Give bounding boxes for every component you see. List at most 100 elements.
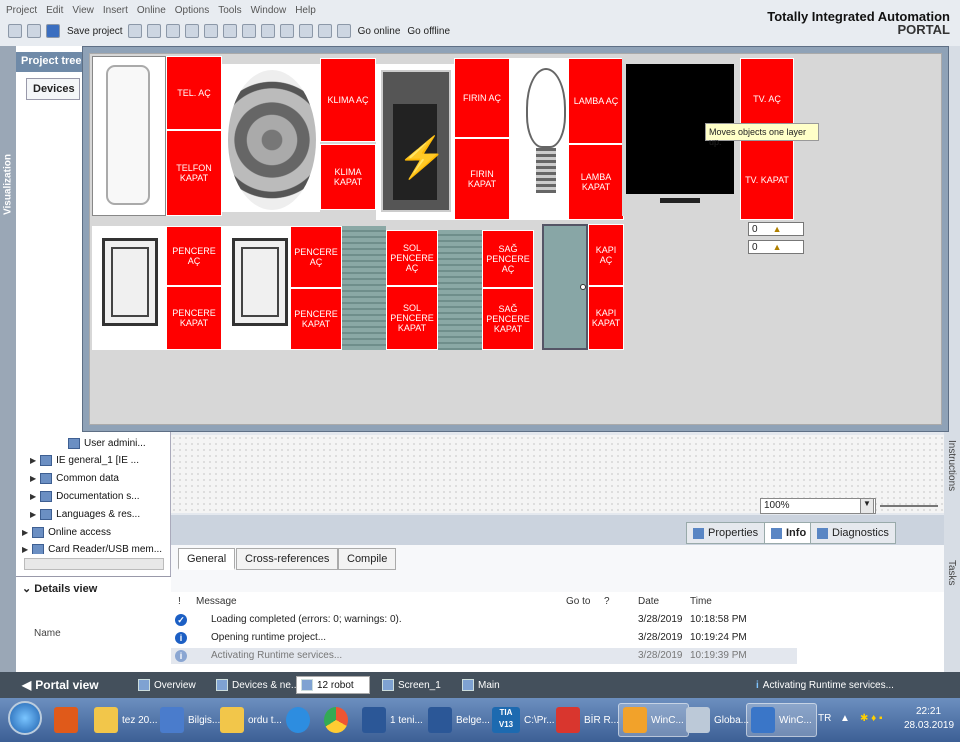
pencere2-off-button[interactable]: PENCERE KAPAT (290, 288, 342, 350)
expand-icon[interactable]: ▶ (22, 545, 28, 554)
devices-tab[interactable]: Devices (26, 78, 80, 100)
sag-pencere-off-button[interactable]: SAĞ PENCERE KAPAT (482, 288, 534, 350)
robot-screen-tab[interactable]: 12 robot (296, 676, 370, 694)
kapi-on-button[interactable]: KAPI AÇ (588, 224, 624, 286)
taskbar-app-chrome[interactable] (320, 703, 352, 737)
instructions-tab[interactable]: Instructions (946, 440, 957, 491)
sag-pencere-on-button[interactable]: SAĞ PENCERE AÇ (482, 230, 534, 288)
devices-networks-tab[interactable]: Devices & ne... (212, 676, 303, 694)
zoom-select[interactable]: 100% (760, 498, 876, 514)
expand-icon[interactable]: ▶ (30, 474, 36, 483)
klima-on-button[interactable]: KLIMA AÇ (320, 58, 376, 142)
print-icon[interactable] (127, 24, 142, 38)
tree-item-ie-general[interactable]: ▶ IE general_1 [IE ... (30, 455, 139, 466)
taskbar-app-wincc[interactable]: WinC... (746, 703, 817, 737)
tel-on-button[interactable]: TEL. AÇ (166, 56, 222, 130)
tree-item-online-access[interactable]: ▶ Online access (22, 527, 111, 538)
taskbar-app-global[interactable]: Globa... (682, 703, 753, 737)
menu-project[interactable]: Project (6, 5, 37, 16)
save-icon[interactable] (46, 24, 60, 38)
sol-pencere-off-button[interactable]: SOL PENCERE KAPAT (386, 286, 438, 350)
expand-icon[interactable]: ▶ (30, 510, 36, 519)
menu-help[interactable]: Help (295, 5, 316, 16)
table-row[interactable]: i Opening runtime project... 3/28/2019 1… (171, 630, 797, 646)
delete-icon[interactable] (203, 24, 218, 38)
pencere1-off-button[interactable]: PENCERE KAPAT (166, 286, 222, 350)
io-field-1[interactable]: 0 ▲ (748, 222, 804, 236)
main-tab[interactable]: Main (458, 676, 504, 694)
expand-icon[interactable]: ▶ (22, 528, 28, 537)
tray-status-icons[interactable]: ✱ ♦ ▪ (860, 713, 883, 724)
klima-off-button[interactable]: KLIMA KAPAT (320, 144, 376, 210)
cut-icon[interactable] (146, 24, 161, 38)
table-row[interactable]: i Activating Runtime services... 3/28/20… (171, 648, 797, 664)
start-button[interactable] (8, 701, 42, 735)
taskbar-app-ordu[interactable]: ordu t... (216, 703, 286, 737)
menu-insert[interactable]: Insert (103, 5, 128, 16)
taskbar-app-wincc-rt[interactable]: WinC... (618, 703, 689, 737)
clock-date[interactable]: 28.03.2019 (904, 720, 954, 731)
tel-off-button[interactable]: TELFON KAPAT (166, 130, 222, 216)
screen1-tab[interactable]: Screen_1 (378, 676, 445, 694)
open-project-icon[interactable] (27, 24, 41, 38)
lamba-off-button[interactable]: LAMBA KAPAT (568, 144, 624, 220)
pencere1-on-button[interactable]: PENCERE AÇ (166, 226, 222, 286)
overview-tab[interactable]: Overview (134, 676, 200, 694)
tray-expand-icon[interactable]: ▲ (840, 713, 850, 724)
taskbar-app-pdf[interactable]: BİR R... (552, 703, 623, 737)
cross-references-tab[interactable]: Cross-references (236, 548, 339, 570)
paste-icon[interactable] (184, 24, 199, 38)
tree-item-card-reader[interactable]: ▶ Card Reader/USB mem... (22, 544, 162, 554)
pencere2-on-button[interactable]: PENCERE AÇ (290, 226, 342, 288)
table-row[interactable]: ✓ Loading completed (errors: 0; warnings… (171, 612, 797, 628)
tv-off-button[interactable]: TV. KAPAT (740, 140, 794, 220)
tree-horizontal-scrollbar[interactable] (24, 558, 164, 570)
clock-time[interactable]: 22:21 (916, 706, 941, 717)
tree-item-user-admin[interactable]: User admini... (68, 438, 146, 449)
undo-icon[interactable] (222, 24, 237, 38)
tasks-tab[interactable]: Tasks (946, 560, 957, 586)
taskbar-app-tia[interactable]: TIA V13 C:\Pr... (488, 703, 559, 737)
lamba-on-button[interactable]: LAMBA AÇ (568, 58, 624, 144)
io-field-2[interactable]: 0 ▲ (748, 240, 804, 254)
menu-options[interactable]: Options (175, 5, 209, 16)
general-tab[interactable]: General (178, 548, 236, 570)
upload-icon[interactable] (298, 24, 313, 38)
taskbar-app-word2[interactable]: Belge... (424, 703, 494, 737)
taskbar-app-ie[interactable] (282, 703, 314, 737)
menu-online[interactable]: Online (137, 5, 166, 16)
taskbar-app-word1[interactable]: 1 teni... (358, 703, 427, 737)
visualization-tab[interactable]: Visualization (0, 130, 16, 240)
zoom-dropdown-icon[interactable]: ▼ (860, 498, 874, 514)
info-tab[interactable]: Info (764, 522, 814, 544)
redo-icon[interactable] (241, 24, 256, 38)
new-project-icon[interactable] (8, 24, 22, 38)
diagnostics-tab[interactable]: Diagnostics (810, 522, 896, 544)
taskbar-app-bilgis[interactable]: Bilgis... (156, 703, 224, 737)
expand-icon[interactable]: ▶ (30, 456, 36, 465)
menu-view[interactable]: View (72, 5, 94, 16)
firin-off-button[interactable]: FIRIN KAPAT (454, 138, 510, 220)
zoom-slider[interactable] (880, 505, 938, 507)
compile-tab[interactable]: Compile (338, 548, 397, 570)
menu-tools[interactable]: Tools (218, 5, 241, 16)
details-view-title[interactable]: ⌄ Details view (22, 582, 97, 595)
simulate-icon[interactable] (317, 24, 332, 38)
properties-tab[interactable]: Properties (686, 522, 766, 544)
start-runtime-icon[interactable] (336, 24, 351, 38)
taskbar-app-office[interactable] (50, 703, 82, 737)
tree-item-documentation[interactable]: ▶ Documentation s... (30, 491, 140, 502)
menu-edit[interactable]: Edit (46, 5, 63, 16)
portal-view-button[interactable]: ◀ Portal view (18, 676, 103, 694)
expand-icon[interactable]: ▶ (30, 492, 36, 501)
tree-item-common-data[interactable]: ▶ Common data (30, 473, 119, 484)
save-project-button[interactable]: Save project (67, 26, 123, 37)
go-offline-button[interactable]: Go offline (407, 26, 450, 37)
tree-item-languages[interactable]: ▶ Languages & res... (30, 509, 140, 520)
compile-icon[interactable] (260, 24, 275, 38)
menu-window[interactable]: Window (251, 5, 287, 16)
copy-icon[interactable] (165, 24, 180, 38)
sol-pencere-on-button[interactable]: SOL PENCERE AÇ (386, 230, 438, 286)
download-icon[interactable] (279, 24, 294, 38)
firin-on-button[interactable]: FIRIN AÇ (454, 58, 510, 138)
